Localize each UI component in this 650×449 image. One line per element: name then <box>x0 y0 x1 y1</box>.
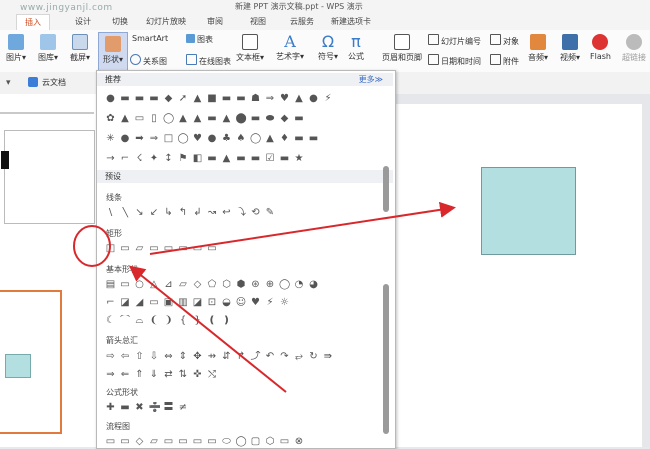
highlight-circle <box>73 225 111 267</box>
annotation-arrow-left <box>128 265 287 393</box>
annotation-overlay <box>73 201 456 393</box>
annotation-arrow-right <box>149 201 456 255</box>
